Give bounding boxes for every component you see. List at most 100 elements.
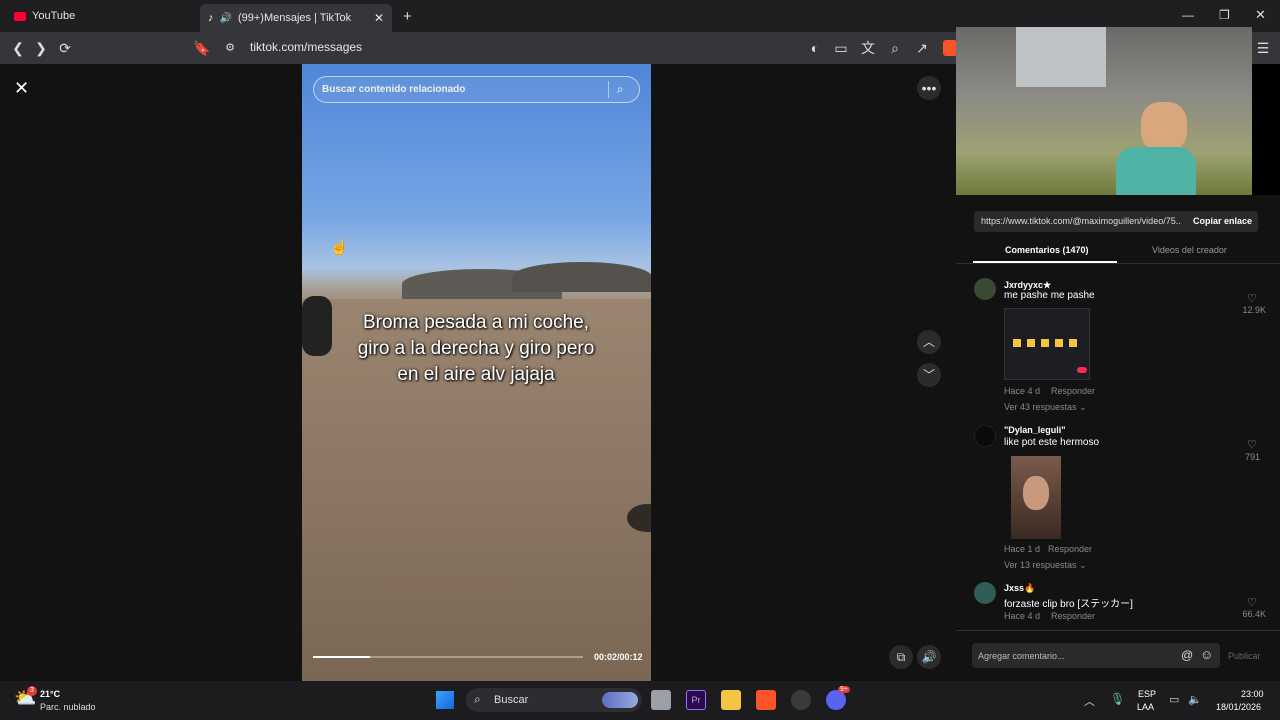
tab-tiktok[interactable]: ♪ 🔊 (99+)Mensajes | TikTok ✕ (200, 4, 392, 32)
previous-video-button[interactable]: ︿ (917, 330, 941, 354)
reply-button[interactable]: Responder (1051, 386, 1095, 396)
brave-browser-icon[interactable] (756, 690, 776, 710)
publish-button[interactable]: Publicar (1228, 651, 1261, 661)
reply-button[interactable]: Responder (1048, 544, 1092, 554)
heart-icon[interactable]: ♡ (1247, 596, 1257, 609)
caption-line: Broma pesada a mi coche, (362, 312, 589, 333)
language-code[interactable]: ESP (1138, 689, 1156, 699)
weather-temp: 21°C (40, 689, 61, 699)
comment-time: Hace 4 d (1004, 386, 1041, 396)
network-icon[interactable]: ▭ (1169, 693, 1179, 706)
divider (956, 630, 1280, 631)
avatar[interactable] (974, 425, 996, 447)
avatar[interactable] (974, 582, 996, 604)
streamer-shirt (1116, 147, 1196, 195)
like-count: 12.9K (1242, 305, 1266, 315)
next-video-button[interactable]: ﹀ (917, 363, 941, 387)
tab-title: YouTube (32, 10, 76, 22)
app-icon[interactable] (791, 690, 811, 710)
caption-line: giro a la derecha y giro pero (357, 338, 595, 359)
window-blinds (1016, 27, 1106, 87)
search-icon: ⌕ (474, 692, 481, 706)
new-tab-button[interactable]: + (403, 8, 412, 25)
minimize-button[interactable]: — (1182, 8, 1194, 22)
microphone-icon[interactable]: 🎙 (1110, 692, 1125, 706)
back-button[interactable]: ❮ (10, 40, 26, 56)
file-explorer-icon[interactable] (721, 690, 741, 710)
comment-sticker-image[interactable] (1004, 308, 1090, 380)
address-bar[interactable]: tiktok.com/messages (250, 40, 362, 54)
speaker-icon[interactable]: 🔊 (220, 13, 232, 24)
weather-desc: Parc. nublado (40, 702, 96, 712)
clock-date[interactable]: 18/01/2026 (1216, 702, 1261, 712)
close-icon[interactable]: ✕ (14, 78, 29, 99)
keyboard-layout[interactable]: LAA (1137, 702, 1154, 712)
tab-creator-videos[interactable]: Videos del creador (1152, 245, 1227, 255)
view-replies[interactable]: Ver 43 respuestas ⌄ (1004, 402, 1087, 413)
zoom-icon[interactable]: ⌕ (887, 40, 903, 56)
media-icon[interactable]: ◐ (807, 40, 823, 56)
volume-icon[interactable]: 🔈 (1188, 693, 1202, 706)
copy-link-button[interactable]: Copiar enlace (1193, 216, 1252, 226)
bookmark-icon[interactable]: 🔖 (193, 40, 210, 56)
search-divider (608, 81, 609, 98)
tiktok-icon: ♪ (208, 12, 214, 24)
face-shape (1023, 476, 1049, 510)
discord-badge: 9+ (838, 686, 850, 693)
like-count: 791 (1244, 452, 1260, 462)
windows-start-icon[interactable] (436, 691, 454, 709)
share-icon[interactable]: ↗ (914, 40, 930, 56)
related-search-placeholder: Buscar contenido relacionado (322, 84, 466, 95)
hand-cursor-icon: ☝ (330, 239, 349, 256)
tab-title: (99+)Mensajes | TikTok (237, 12, 352, 24)
comment-time: Hace 1 d (1004, 544, 1041, 554)
volume-icon[interactable]: 🔊 (917, 645, 941, 669)
view-replies-label: Ver 43 respuestas (1004, 402, 1077, 412)
youtube-icon (14, 11, 26, 21)
taskbar-search-label: Buscar (494, 694, 529, 706)
view-replies[interactable]: Ver 13 respuestas ⌄ (1004, 560, 1087, 571)
emoji-icon[interactable]: ☺ (1200, 647, 1213, 662)
forward-button[interactable]: ❯ (33, 40, 49, 56)
heart-icon[interactable]: ♡ (1247, 292, 1257, 305)
streamer-face (1141, 102, 1187, 152)
tray-chevron-icon[interactable]: ︿ (1084, 693, 1095, 709)
site-settings-icon[interactable]: ⚙ (222, 40, 238, 56)
brave-shield-icon[interactable] (943, 40, 957, 56)
view-replies-label: Ver 13 respuestas (1004, 560, 1077, 570)
badge (1077, 367, 1087, 373)
task-view-icon[interactable] (651, 690, 671, 710)
close-window-button[interactable]: ✕ (1255, 7, 1266, 23)
mountain-shape (512, 262, 651, 292)
comment-photo[interactable] (1011, 456, 1061, 539)
webcam-overlay (956, 27, 1252, 195)
search-highlight-image (602, 692, 638, 708)
discord-icon[interactable] (826, 690, 846, 710)
reload-button[interactable]: ⟳ (57, 40, 73, 56)
heart-icon[interactable]: ♡ (1247, 438, 1257, 451)
comment-text: like pot este hermoso (1004, 437, 1100, 448)
tab-youtube[interactable]: YouTube (6, 4, 196, 28)
comment-placeholder: Agregar comentario... (978, 651, 1065, 661)
like-count: 66.4K (1242, 609, 1266, 619)
mention-icon[interactable]: @ (1181, 648, 1193, 662)
premiere-icon[interactable]: Pr (686, 690, 706, 710)
share-url[interactable]: https://www.tiktok.com/@maximoguillen/vi… (981, 216, 1181, 226)
pip-icon[interactable]: ⧉ (889, 645, 913, 669)
video-time: 00:02/00:12 (594, 652, 643, 662)
avatar[interactable] (974, 278, 996, 300)
comment-username[interactable]: "Dylan_leguli" (1004, 425, 1066, 435)
more-options-icon[interactable]: ••• (917, 76, 941, 100)
tab-comments[interactable]: Comentarios (1470) (1005, 245, 1089, 255)
divider (956, 263, 1280, 264)
menu-icon[interactable]: ☰ (1255, 40, 1271, 56)
translate-icon[interactable]: 文 (860, 40, 876, 56)
close-tab-icon[interactable]: ✕ (374, 11, 384, 25)
reply-button[interactable]: Responder (1051, 611, 1095, 621)
restore-button[interactable]: ❐ (1219, 8, 1230, 22)
clock-time[interactable]: 23:00 (1241, 689, 1264, 699)
search-icon[interactable]: ⌕ (617, 82, 624, 97)
comment-username[interactable]: Jxss🔥 (1004, 583, 1035, 594)
cast-icon[interactable]: ▭ (833, 40, 849, 56)
comment-time: Hace 4 d (1004, 611, 1041, 621)
